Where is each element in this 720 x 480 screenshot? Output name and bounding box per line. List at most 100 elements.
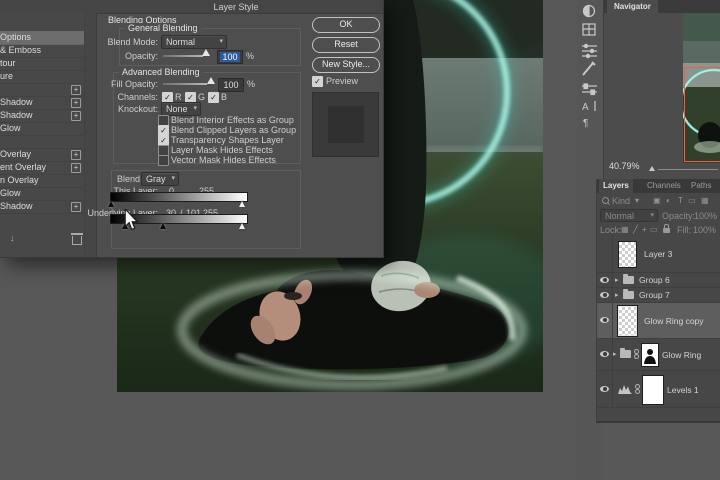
filter-adjustment-layers-icon[interactable]: ◐ (666, 196, 671, 205)
lock-paint-icon[interactable]: ╱ (633, 225, 638, 234)
knockout-label: Knockout: (88, 104, 158, 114)
visibility-toggle[interactable] (597, 303, 613, 338)
underlying-white-handle[interactable] (239, 223, 245, 229)
opacity-field[interactable]: 100 (217, 50, 243, 64)
reset-button[interactable]: Reset (312, 37, 380, 53)
new-style-button[interactable]: New Style... (312, 57, 380, 73)
visibility-toggle[interactable] (597, 273, 613, 287)
lock-all-icon[interactable] (663, 228, 670, 233)
add-effect-icon[interactable]: + (71, 98, 81, 108)
expand-icon[interactable]: ▸ (613, 350, 617, 358)
chevron-down-icon: ▾ (171, 174, 175, 182)
style-item-inner-shadow[interactable]: Shadow+ (0, 96, 84, 110)
layer-thumbnail[interactable] (618, 306, 637, 336)
tab-channels[interactable]: Channels (643, 179, 685, 193)
style-item-gradient-overlay[interactable]: ent Overlay+ (0, 161, 84, 175)
eye-icon (600, 386, 609, 392)
style-item-inner-shadow-2[interactable]: Shadow+ (0, 109, 84, 123)
layer-opacity-value[interactable]: 100% (694, 211, 717, 221)
opacity-slider-thumb[interactable] (202, 49, 210, 56)
eye-icon (600, 292, 609, 298)
layer-blend-mode-select[interactable]: Normal ▾ (600, 209, 658, 222)
visibility-toggle[interactable] (597, 339, 613, 370)
tab-navigator[interactable]: Navigator (607, 0, 658, 13)
mouse-cursor (123, 209, 139, 233)
lock-position-icon[interactable]: + (642, 225, 647, 234)
add-effect-icon[interactable]: + (71, 150, 81, 160)
add-effect-icon[interactable]: + (71, 163, 81, 173)
style-item-stroke[interactable]: + (0, 83, 84, 97)
navigator-zoom-out-icon[interactable] (649, 166, 655, 171)
folder-icon (623, 276, 634, 284)
fill-opacity-slider[interactable] (163, 83, 207, 85)
blend-mode-select[interactable]: Normal ▾ (161, 35, 227, 49)
visibility-toggle[interactable] (597, 288, 613, 302)
layer-row-group6[interactable]: ▸ Group 6 (597, 273, 720, 288)
underlying-black-handle-right[interactable] (160, 223, 166, 229)
filter-smart-objects-icon[interactable]: ▦ (701, 196, 709, 205)
style-item-inner-glow[interactable]: Glow (0, 122, 84, 136)
style-item-contour[interactable]: tour (0, 57, 84, 71)
visibility-toggle[interactable] (597, 235, 613, 272)
channel-b-checkbox[interactable]: ✓ (208, 92, 219, 103)
filter-shape-layers-icon[interactable]: ▭ (688, 196, 696, 205)
fill-value[interactable]: 100% (693, 225, 716, 235)
style-item-texture[interactable]: ure (0, 70, 84, 84)
mask-link-icon[interactable] (634, 349, 639, 359)
layer-filter-kind[interactable]: Kind (612, 196, 630, 206)
channel-g-label: G (198, 92, 205, 102)
layers-panel: Layers Channels Paths Kind ▾ ▣ ◐ T ▭ ▦ N… (596, 179, 720, 423)
add-effect-icon[interactable]: + (71, 111, 81, 121)
fill-opacity-field[interactable]: 100 (218, 78, 244, 92)
this-layer-gradient[interactable] (110, 192, 248, 202)
layer-thumbnail[interactable] (618, 241, 637, 268)
vector-mask-hides-label: Vector Mask Hides Effects (171, 155, 276, 165)
fill-opacity-slider-thumb[interactable] (207, 77, 215, 84)
blend-if-select[interactable]: Gray ▾ (141, 172, 179, 186)
style-item-blending-options[interactable]: Options (0, 31, 84, 45)
expand-icon[interactable]: ▸ (615, 291, 619, 299)
layer-row-layer3[interactable]: Layer 3 (597, 235, 720, 273)
eye-icon (600, 351, 609, 357)
this-layer-white-handle[interactable] (239, 201, 245, 207)
dialog-titlebar[interactable]: Layer Style (0, 0, 383, 14)
navigator-viewbox[interactable] (684, 67, 720, 162)
visibility-toggle[interactable] (597, 371, 613, 407)
navigator-zoom-slider[interactable] (658, 169, 718, 170)
layer-style-dialog: Layer Style Options & Emboss tour ure + … (0, 0, 384, 258)
lock-transparency-icon[interactable]: ▦ (621, 225, 629, 234)
navigator-panel: Navigator 40.79% (603, 0, 720, 180)
move-effect-down-icon[interactable]: ↓ (10, 233, 15, 243)
style-item-color-overlay[interactable]: Overlay+ (0, 148, 84, 162)
percent-sign: % (247, 79, 255, 89)
ok-button[interactable]: OK (312, 17, 380, 33)
opacity-slider[interactable] (163, 55, 203, 57)
expand-icon[interactable]: ▸ (615, 276, 619, 284)
layer-row-levels1[interactable]: Levels 1 (597, 371, 720, 408)
adjustment-mask-thumbnail[interactable] (642, 375, 664, 405)
tab-paths[interactable]: Paths (687, 179, 715, 193)
layer-row-group7[interactable]: ▸ Group 7 (597, 288, 720, 303)
delete-effect-icon[interactable] (72, 236, 82, 245)
this-layer-black-handle[interactable] (108, 201, 114, 207)
tab-layers[interactable]: Layers (599, 179, 633, 193)
filter-type-layers-icon[interactable]: T (678, 196, 683, 205)
preview-checkbox[interactable]: ✓ (312, 76, 323, 87)
add-effect-icon[interactable]: + (71, 85, 81, 95)
layer-row-glow-ring[interactable]: ▸ Glow Ring (597, 339, 720, 371)
layer-row-glow-ring-copy[interactable]: Glow Ring copy (597, 303, 720, 339)
lock-artboard-icon[interactable]: ▭ (650, 225, 658, 234)
vector-mask-hides-checkbox[interactable] (158, 155, 169, 166)
layer-mask-thumbnail[interactable] (641, 343, 659, 367)
knockout-select[interactable]: None ▾ (161, 102, 201, 116)
filter-pixel-layers-icon[interactable]: ▣ (653, 196, 661, 205)
style-item-outer-glow[interactable]: Glow (0, 187, 84, 201)
navigator-zoom-field[interactable]: 40.79% (609, 161, 640, 171)
style-item-pattern-overlay[interactable]: n Overlay (0, 174, 84, 188)
style-item-bevel-emboss[interactable]: & Emboss (0, 44, 84, 58)
folder-icon (620, 350, 631, 358)
style-item-drop-shadow[interactable]: Shadow+ (0, 200, 84, 214)
style-item-satin[interactable] (0, 135, 84, 149)
mask-link-icon[interactable] (635, 384, 640, 394)
styles-scrollbar[interactable] (84, 13, 97, 257)
